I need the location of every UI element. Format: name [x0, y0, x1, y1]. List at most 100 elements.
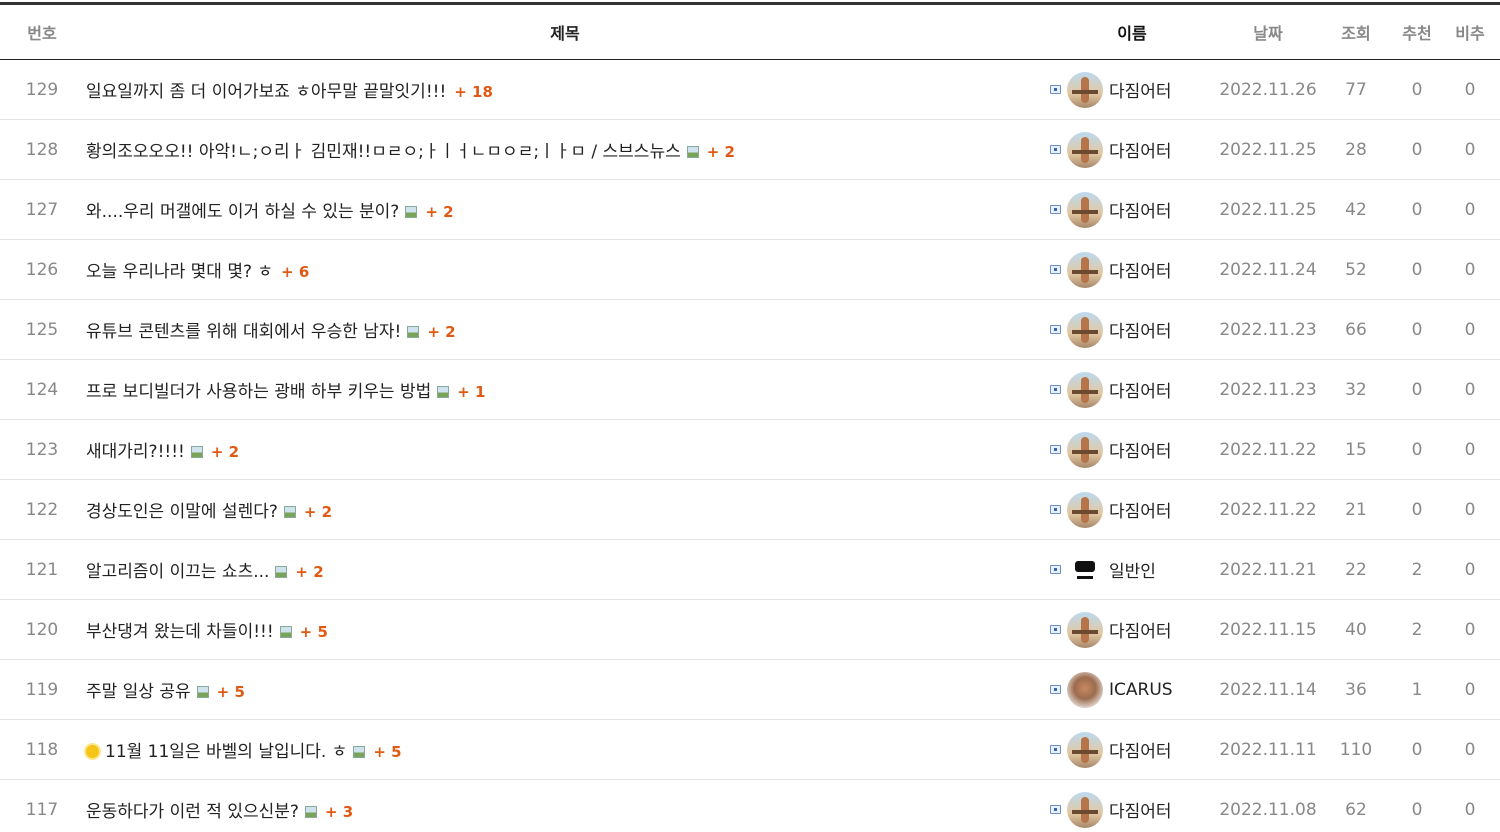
post-title-link[interactable]: 새대가리?!!!!	[86, 442, 185, 462]
table-row[interactable]: 120 부산댕겨 왔는데 차들이!!! + 5 다짐어터 2022.11.15 4…	[0, 599, 1500, 660]
table-row[interactable]: 117 운동하다가 이런 적 있으신분? + 3 다짐어터 2022.11.08 …	[0, 779, 1500, 832]
table-row[interactable]: 121 알고리즘이 이끄는 쇼츠... + 2 일반인 2022.11.21 22…	[0, 539, 1500, 600]
author-cell[interactable]: 다짐어터	[1046, 59, 1218, 120]
post-title-link[interactable]: 운동하다가 이런 적 있으신분?	[86, 802, 299, 822]
comment-count[interactable]: + 1	[457, 383, 485, 401]
post-subject-cell[interactable]: 11월 11일은 바벨의 날입니다. ㅎ + 5	[84, 719, 1046, 780]
avatar[interactable]	[1067, 491, 1103, 528]
author-cell[interactable]: 다짐어터	[1046, 119, 1218, 180]
table-row[interactable]: 119 주말 일상 공유 + 5 ICARUS 2022.11.14 36 1 0	[0, 659, 1500, 720]
post-subject-cell[interactable]: 일요일까지 좀 더 이어가보죠 ㅎ아무말 끝말잇기!!! + 18	[84, 59, 1046, 120]
post-subject-cell[interactable]: 새대가리?!!!! + 2	[84, 419, 1046, 480]
avatar[interactable]	[1067, 251, 1103, 288]
post-subject-cell[interactable]: 주말 일상 공유 + 5	[84, 659, 1046, 720]
header-subject[interactable]: 제목	[84, 5, 1046, 60]
table-row[interactable]: 126 오늘 우리나라 몇대 몇? ㅎ + 6 다짐어터 2022.11.24 5…	[0, 239, 1500, 300]
post-title-link[interactable]: 경상도인은 이말에 설렌다?	[86, 502, 278, 522]
table-row[interactable]: 125 유튜브 콘텐츠를 위해 대회에서 우승한 남자! + 2 다짐어터 202…	[0, 299, 1500, 360]
author-name[interactable]: 다짐어터	[1109, 77, 1172, 102]
post-subject-cell[interactable]: 경상도인은 이말에 설렌다? + 2	[84, 479, 1046, 540]
comment-count[interactable]: + 2	[425, 203, 453, 221]
author-name[interactable]: ICARUS	[1109, 680, 1173, 700]
table-row[interactable]: 124 프로 보디빌더가 사용하는 광배 하부 키우는 방법 + 1 다짐어터 2…	[0, 359, 1500, 420]
author-name[interactable]: 다짐어터	[1109, 737, 1172, 762]
author-name[interactable]: 다짐어터	[1109, 197, 1172, 222]
author-name[interactable]: 일반인	[1109, 557, 1156, 582]
post-subject-cell[interactable]: 유튜브 콘텐츠를 위해 대회에서 우승한 남자! + 2	[84, 299, 1046, 360]
author-cell[interactable]: ICARUS	[1046, 659, 1218, 720]
header-dislike[interactable]: 비추	[1440, 5, 1500, 60]
author-name[interactable]: 다짐어터	[1109, 797, 1172, 822]
post-title-link[interactable]: 부산댕겨 왔는데 차들이!!!	[86, 622, 274, 642]
author-cell[interactable]: 다짐어터	[1046, 599, 1218, 660]
post-title-link[interactable]: 프로 보디빌더가 사용하는 광배 하부 키우는 방법	[86, 382, 431, 402]
author-name[interactable]: 다짐어터	[1109, 317, 1172, 342]
post-title-link[interactable]: 알고리즘이 이끄는 쇼츠...	[86, 562, 269, 582]
author-name[interactable]: 다짐어터	[1109, 257, 1172, 282]
table-row[interactable]: 128 황의조오오오!! 아악!ㄴ;ㅇ리ㅏ 김민재!!ㅁㄹㅇ;ㅏㅣㅓㄴㅁㅇㄹ;ㅣ…	[0, 119, 1500, 180]
author-name[interactable]: 다짐어터	[1109, 377, 1172, 402]
table-row[interactable]: 118 11월 11일은 바벨의 날입니다. ㅎ + 5 다짐어터 2022.11…	[0, 719, 1500, 780]
avatar[interactable]	[1067, 311, 1103, 348]
table-row[interactable]: 129 일요일까지 좀 더 이어가보죠 ㅎ아무말 끝말잇기!!! + 18 다짐어…	[0, 59, 1500, 120]
author-cell[interactable]: 다짐어터	[1046, 359, 1218, 420]
comment-count[interactable]: + 2	[427, 323, 455, 341]
avatar[interactable]	[1067, 71, 1103, 108]
post-title-link[interactable]: 주말 일상 공유	[86, 682, 191, 702]
image-attachment-icon	[279, 626, 292, 638]
post-subject-cell[interactable]: 황의조오오오!! 아악!ㄴ;ㅇ리ㅏ 김민재!!ㅁㄹㅇ;ㅏㅣㅓㄴㅁㅇㄹ;ㅣㅏㅁ /…	[84, 119, 1046, 180]
header-no[interactable]: 번호	[0, 5, 84, 60]
author-cell[interactable]: 다짐어터	[1046, 719, 1218, 780]
post-title-link[interactable]: 일요일까지 좀 더 이어가보죠 ㅎ아무말 끝말잇기!!!	[86, 82, 446, 102]
post-subject-cell[interactable]: 운동하다가 이런 적 있으신분? + 3	[84, 779, 1046, 832]
author-name[interactable]: 다짐어터	[1109, 437, 1172, 462]
comment-count[interactable]: + 3	[325, 803, 353, 821]
author-cell[interactable]: 일반인	[1046, 539, 1218, 600]
post-title-link[interactable]: 유튜브 콘텐츠를 위해 대회에서 우승한 남자!	[86, 322, 401, 342]
comment-count[interactable]: + 2	[211, 443, 239, 461]
author-cell[interactable]: 다짐어터	[1046, 179, 1218, 240]
table-row[interactable]: 123 새대가리?!!!! + 2 다짐어터 2022.11.22 15 0 0	[0, 419, 1500, 480]
post-title-link[interactable]: 와....우리 머갤에도 이거 하실 수 있는 분이?	[86, 202, 399, 222]
avatar[interactable]	[1067, 731, 1103, 768]
avatar[interactable]	[1067, 611, 1103, 648]
post-subject-cell[interactable]: 프로 보디빌더가 사용하는 광배 하부 키우는 방법 + 1	[84, 359, 1046, 420]
avatar[interactable]	[1067, 431, 1103, 468]
comment-count[interactable]: + 18	[454, 83, 493, 101]
table-row[interactable]: 127 와....우리 머갤에도 이거 하실 수 있는 분이? + 2 다짐어터 …	[0, 179, 1500, 240]
comment-count[interactable]: + 6	[281, 263, 309, 281]
comment-count[interactable]: + 2	[707, 143, 735, 161]
post-subject-cell[interactable]: 오늘 우리나라 몇대 몇? ㅎ + 6	[84, 239, 1046, 300]
author-cell[interactable]: 다짐어터	[1046, 419, 1218, 480]
comment-count[interactable]: + 2	[304, 503, 332, 521]
post-subject-cell[interactable]: 부산댕겨 왔는데 차들이!!! + 5	[84, 599, 1046, 660]
comment-count[interactable]: + 2	[295, 563, 323, 581]
avatar[interactable]	[1067, 191, 1103, 228]
author-cell[interactable]: 다짐어터	[1046, 299, 1218, 360]
header-views[interactable]: 조회	[1318, 5, 1394, 60]
post-title-link[interactable]: 11월 11일은 바벨의 날입니다. ㅎ	[105, 742, 347, 762]
author-name[interactable]: 다짐어터	[1109, 497, 1172, 522]
avatar[interactable]	[1067, 551, 1103, 588]
post-title-link[interactable]: 오늘 우리나라 몇대 몇? ㅎ	[86, 262, 273, 282]
author-name[interactable]: 다짐어터	[1109, 137, 1172, 162]
comment-count[interactable]: + 5	[217, 683, 245, 701]
author-name[interactable]: 다짐어터	[1109, 617, 1172, 642]
author-cell[interactable]: 다짐어터	[1046, 239, 1218, 300]
avatar[interactable]	[1067, 671, 1103, 708]
header-recommend[interactable]: 추천	[1394, 5, 1440, 60]
comment-count[interactable]: + 5	[300, 623, 328, 641]
avatar[interactable]	[1067, 131, 1103, 168]
post-title-link[interactable]: 황의조오오오!! 아악!ㄴ;ㅇ리ㅏ 김민재!!ㅁㄹㅇ;ㅏㅣㅓㄴㅁㅇㄹ;ㅣㅏㅁ /…	[86, 142, 681, 162]
header-name[interactable]: 이름	[1046, 5, 1218, 60]
post-subject-cell[interactable]: 와....우리 머갤에도 이거 하실 수 있는 분이? + 2	[84, 179, 1046, 240]
author-cell[interactable]: 다짐어터	[1046, 479, 1218, 540]
author-cell[interactable]: 다짐어터	[1046, 779, 1218, 832]
avatar[interactable]	[1067, 371, 1103, 408]
table-row[interactable]: 122 경상도인은 이말에 설렌다? + 2 다짐어터 2022.11.22 21…	[0, 479, 1500, 540]
avatar[interactable]	[1067, 791, 1103, 828]
header-date[interactable]: 날짜	[1218, 5, 1318, 60]
recommend-count: 1	[1394, 659, 1440, 720]
comment-count[interactable]: + 5	[373, 743, 401, 761]
post-subject-cell[interactable]: 알고리즘이 이끄는 쇼츠... + 2	[84, 539, 1046, 600]
